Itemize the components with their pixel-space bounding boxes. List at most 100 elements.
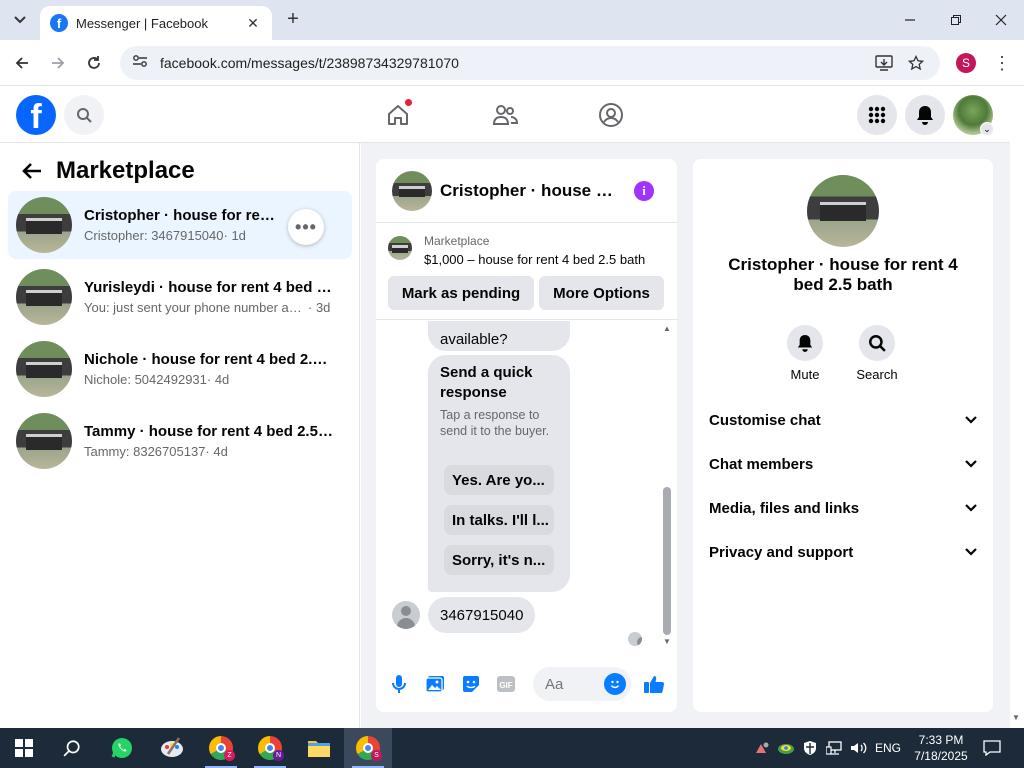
volume-icon[interactable] bbox=[849, 728, 869, 768]
quick-reply-button[interactable]: Yes. Are yo... bbox=[444, 465, 554, 495]
facebook-logo[interactable]: f bbox=[16, 95, 56, 135]
network-icon[interactable] bbox=[824, 728, 846, 768]
forward-button[interactable] bbox=[46, 51, 70, 75]
notification-center-icon[interactable] bbox=[978, 728, 1006, 768]
conversation-preview: Tammy: 8326705137 bbox=[84, 444, 206, 459]
conversation-item[interactable]: Nichole · house for rent 4 bed 2.5 bath … bbox=[8, 335, 352, 403]
tray-color-icon[interactable] bbox=[776, 728, 796, 768]
account-chevron-icon[interactable]: ⌄ bbox=[980, 122, 994, 136]
tab-search-chevron-icon[interactable] bbox=[8, 8, 32, 32]
quick-response-title: Send a quick response bbox=[440, 364, 533, 401]
whatsapp-taskbar-icon[interactable] bbox=[98, 728, 146, 768]
grid-icon bbox=[868, 106, 886, 124]
back-button[interactable] bbox=[10, 51, 34, 75]
mute-label: Mute bbox=[790, 367, 820, 382]
browser-profile-avatar[interactable]: S bbox=[956, 53, 976, 73]
gif-icon[interactable]: GIF bbox=[495, 673, 517, 695]
search-icon bbox=[869, 335, 886, 352]
paint-taskbar-icon[interactable] bbox=[148, 728, 196, 768]
page-scroll-down-arrow[interactable]: ▼ bbox=[1012, 713, 1020, 722]
photo-icon[interactable] bbox=[424, 673, 446, 695]
browser-tab-bar: f Messenger | Facebook ✕ + bbox=[0, 0, 1024, 40]
conversation-name: Tammy · house for rent 4 bed 2.5 bath bbox=[84, 423, 334, 440]
menu-grid-button[interactable] bbox=[857, 95, 897, 135]
friends-nav-button[interactable] bbox=[489, 99, 521, 131]
chrome-profile-n-taskbar-icon[interactable]: N bbox=[246, 728, 294, 768]
bell-icon bbox=[797, 335, 813, 352]
privacy-support-section[interactable]: Privacy and support bbox=[709, 532, 977, 572]
browser-toolbar: facebook.com/messages/t/2389873432978107… bbox=[0, 40, 1024, 86]
conversation-time: · 4d bbox=[205, 444, 228, 459]
sidebar-title: Marketplace bbox=[56, 157, 195, 184]
listing-photo[interactable] bbox=[807, 175, 879, 247]
scroll-down-arrow[interactable]: ▼ bbox=[662, 637, 672, 647]
listing-thumbnail bbox=[16, 413, 72, 469]
chevron-down-icon bbox=[965, 548, 977, 556]
facebook-search-button[interactable] bbox=[64, 95, 104, 135]
conversation-item[interactable]: Yurisleydi · house for rent 4 bed 2.5 ba… bbox=[8, 263, 352, 331]
browser-menu-icon[interactable]: ⋮ bbox=[992, 52, 1012, 74]
listing-title[interactable]: $1,000 – house for rent 4 bed 2.5 bath bbox=[424, 252, 645, 267]
section-label: Media, files and links bbox=[709, 499, 860, 517]
tab-title: Messenger | Facebook bbox=[76, 15, 208, 31]
media-files-links-section[interactable]: Media, files and links bbox=[709, 488, 977, 528]
chrome-profile-s-taskbar-icon[interactable]: S bbox=[344, 728, 392, 768]
chrome-profile-z-taskbar-icon[interactable]: Z bbox=[197, 728, 245, 768]
more-options-button[interactable]: More Options bbox=[539, 276, 664, 310]
info-icon[interactable]: i bbox=[634, 181, 654, 201]
quick-reply-button[interactable]: In talks. I'll l... bbox=[444, 505, 554, 535]
home-nav-button[interactable] bbox=[382, 98, 414, 131]
conversation-name: Nichole · house for rent 4 bed 2.5 bath bbox=[84, 351, 334, 368]
profile-badge: Z bbox=[224, 750, 235, 761]
conversation-item[interactable]: Tammy · house for rent 4 bed 2.5 bath Ta… bbox=[8, 407, 352, 475]
conversation-name: Cristopher · house for rent 4 bed 2.5 ba… bbox=[84, 207, 284, 224]
mark-as-pending-button[interactable]: Mark as pending bbox=[388, 276, 534, 310]
start-button[interactable] bbox=[0, 728, 48, 768]
mute-action[interactable]: Mute bbox=[775, 325, 835, 382]
microphone-icon[interactable] bbox=[388, 673, 410, 695]
chat-title[interactable]: Cristopher · house for rent 4 bed 2.5 ba… bbox=[440, 181, 618, 201]
emoji-icon[interactable] bbox=[604, 673, 626, 695]
info-conversation-name: Cristopher · house for rent 4 bed 2.5 ba… bbox=[728, 255, 958, 294]
close-window-button[interactable] bbox=[989, 8, 1013, 32]
message-list[interactable]: available? Send a quick response Tap a r… bbox=[376, 321, 677, 657]
tray-app-icon[interactable] bbox=[752, 728, 772, 768]
security-shield-icon[interactable] bbox=[800, 728, 820, 768]
minimize-button[interactable] bbox=[898, 8, 922, 32]
listing-thumbnail[interactable] bbox=[388, 236, 412, 260]
taskbar-search-button[interactable] bbox=[48, 728, 96, 768]
system-clock[interactable]: 7:33 PM 7/18/2025 bbox=[910, 732, 972, 764]
search-icon bbox=[63, 740, 80, 757]
quick-reply-button[interactable]: Sorry, it's n... bbox=[444, 545, 554, 575]
install-app-icon[interactable] bbox=[873, 52, 895, 74]
input-language[interactable]: ENG bbox=[874, 728, 902, 768]
site-settings-icon[interactable] bbox=[132, 54, 148, 73]
sticker-icon[interactable] bbox=[460, 673, 482, 695]
clock-time: 7:33 PM bbox=[918, 733, 964, 747]
thumbs-up-icon[interactable] bbox=[643, 673, 665, 695]
profile-nav-button[interactable] bbox=[595, 99, 627, 131]
chevron-down-icon bbox=[965, 416, 977, 424]
conversation-item[interactable]: Cristopher · house for rent 4 bed 2.5 ba… bbox=[8, 191, 352, 259]
scroll-up-arrow[interactable]: ▲ bbox=[662, 324, 672, 334]
new-tab-button[interactable]: + bbox=[282, 8, 304, 30]
browser-tab[interactable]: f Messenger | Facebook ✕ bbox=[40, 6, 272, 40]
file-explorer-taskbar-icon[interactable] bbox=[295, 728, 343, 768]
customise-chat-section[interactable]: Customise chat bbox=[709, 400, 977, 440]
conversation-more-options-button[interactable]: ••• bbox=[288, 209, 324, 245]
notifications-button[interactable] bbox=[905, 95, 945, 135]
reload-button[interactable] bbox=[82, 51, 106, 75]
facebook-favicon-icon: f bbox=[50, 14, 68, 32]
address-bar[interactable]: facebook.com/messages/t/2389873432978107… bbox=[120, 46, 940, 80]
section-label: Privacy and support bbox=[709, 543, 854, 561]
chat-avatar[interactable] bbox=[392, 170, 432, 211]
chevron-down-icon bbox=[965, 460, 977, 468]
message-scrollbar[interactable] bbox=[663, 487, 671, 635]
chat-panel: Cristopher · house for rent 4 bed 2.5 ba… bbox=[376, 159, 677, 712]
restore-button[interactable] bbox=[944, 8, 968, 32]
tab-close-icon[interactable]: ✕ bbox=[244, 15, 262, 32]
back-arrow-icon[interactable] bbox=[20, 159, 44, 183]
chat-members-section[interactable]: Chat members bbox=[709, 444, 977, 484]
bookmark-star-icon[interactable] bbox=[905, 52, 927, 74]
search-action[interactable]: Search bbox=[847, 325, 907, 382]
